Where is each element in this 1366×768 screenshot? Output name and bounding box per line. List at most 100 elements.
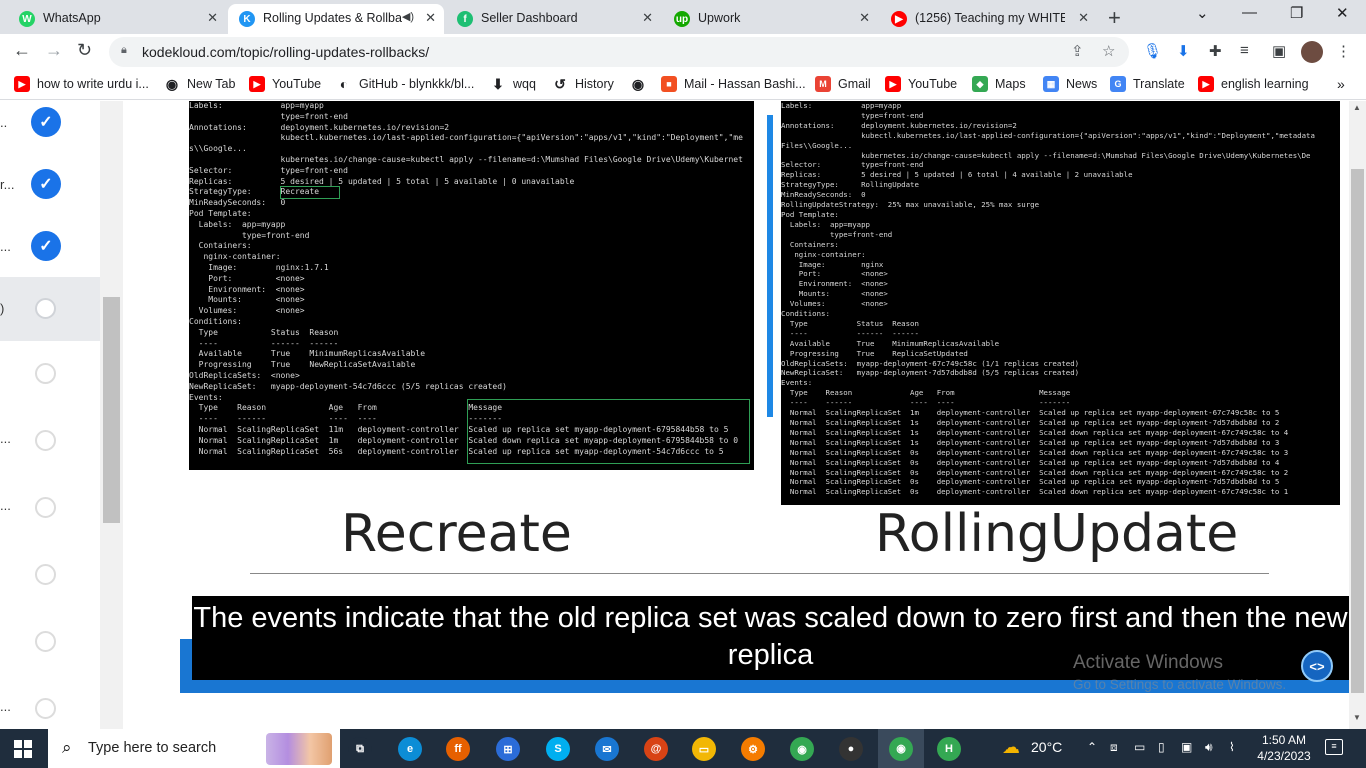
bookmark-item[interactable]: ◉ New Tab [164,76,236,92]
bookmark-item[interactable]: ▦ News [1043,76,1097,92]
network-adapter-icon[interactable]: ⧈ [1110,740,1118,755]
microphone-icon[interactable]: 🎙︎ [1143,42,1162,60]
notifications-icon[interactable]: ≡ [1325,739,1343,755]
close-tab-icon[interactable]: ✕ [425,10,436,26]
taskbar-search[interactable]: ⌕ Type here to search [48,729,340,768]
sidebar-lesson-item[interactable]: r... ✓ [0,163,100,225]
bookmark-item[interactable]: ▶ YouTube [885,76,957,92]
page-scrollbar-thumb[interactable] [1351,169,1364,693]
bookmark-item[interactable]: ◆ Maps [972,76,1026,92]
obs-icon[interactable]: ● [839,737,863,761]
close-tab-icon[interactable]: ✕ [1078,10,1089,26]
taskbar-clock[interactable]: 1:50 AM 4/23/2023 [1254,732,1314,764]
close-tab-icon[interactable]: ✕ [207,10,218,26]
terminal-line: Volumes: <none> [781,299,888,309]
wifi-icon[interactable]: ⌇ [1229,740,1235,754]
sidebar-lesson-item[interactable] [0,341,100,403]
bookmark-item[interactable]: ◉ [630,76,653,92]
tab-whatsapp[interactable]: W WhatsApp ✕ [8,4,226,34]
sidebar-lesson-item[interactable]: ... [0,475,100,537]
url-text[interactable]: kodekloud.com/topic/rolling-updates-roll… [142,44,429,60]
menu-kebab-icon[interactable]: ⋮ [1336,42,1351,60]
incomplete-circle-icon [35,298,56,319]
bookmark-item[interactable]: ▶ YouTube [249,76,321,92]
minimize-icon[interactable]: — [1242,4,1257,21]
camera-icon[interactable]: ▣ [1181,740,1192,754]
bookmark-item[interactable]: ◐ GitHub - blynkkk/bl... [336,76,475,92]
restore-icon[interactable]: ❐ [1290,4,1303,22]
more-bookmarks-icon[interactable]: » [1337,76,1345,92]
edge-icon[interactable]: e [398,737,422,761]
code-button-icon[interactable]: <> [1301,650,1333,682]
side-panel-icon[interactable]: ▣ [1272,42,1286,60]
volume-icon[interactable]: 🔊︎ [1205,740,1213,755]
tab-title: Rolling Updates & Rollba [263,11,402,25]
bookmark-item[interactable]: ▶ how to write urdu i... [14,76,149,92]
scroll-down-icon[interactable]: ▼ [1353,713,1361,722]
task-view-icon[interactable]: ⧉ [348,737,372,761]
new-tab-icon[interactable]: + [1108,5,1121,31]
scroll-up-icon[interactable]: ▲ [1353,103,1361,112]
show-hidden-icons-icon[interactable]: ⌃ [1087,740,1097,754]
sidebar-lesson-item[interactable] [0,542,100,604]
clock-date: 4/23/2023 [1257,749,1311,763]
chrome-icon[interactable]: ◉ [790,737,814,761]
forward-icon[interactable]: → [45,40,63,61]
sidebar-lesson-item[interactable] [0,609,100,671]
bookmark-item[interactable]: ⬇ wqq [490,76,536,92]
firefox-icon[interactable]: ff [446,737,470,761]
bookmark-item[interactable]: ↺ History [552,76,614,92]
skype-icon[interactable]: S [546,737,570,761]
sidebar-lesson-item[interactable]: ... [0,408,100,470]
bookmark-item[interactable]: M Gmail [815,76,871,92]
app-glyph: ⊞ [496,737,520,761]
close-tab-icon[interactable]: ✕ [859,10,870,26]
tab-youtube[interactable]: ▶ (1256) Teaching my WHITE fr ✕ [880,4,1097,34]
video-player[interactable]: Labels: app=myapp type=front-end Annotati… [123,101,1349,729]
heading-rollingupdate: RollingUpdate [875,504,1239,564]
terminal-line: ---- ------ ------ [781,328,919,338]
reload-icon[interactable]: ↻ [77,40,92,61]
weather-icon[interactable]: ☁ [1002,737,1020,758]
weather-temp[interactable]: 20°C [1031,739,1062,755]
extensions-puzzle-icon[interactable]: ✚ [1209,42,1222,60]
phone-icon[interactable]: ▯ [1158,740,1165,754]
desktop: W WhatsApp ✕ K Rolling Updates & Rollba ◀) ✕ f S… [0,0,1366,768]
bookmark-item[interactable]: G Translate [1110,76,1185,92]
profile-avatar[interactable] [1301,41,1323,63]
page-scrollbar[interactable]: ▲ ▼ [1349,101,1366,729]
media-queue-icon[interactable]: ≡ [1240,42,1249,59]
bookmark-label: Translate [1133,77,1185,91]
tab-kodekloud[interactable]: K Rolling Updates & Rollba ◀) ✕ [228,4,444,34]
lock-icon[interactable]: 🔒︎ [121,44,127,57]
chrome-icon[interactable]: ◉ [878,729,924,768]
display-icon[interactable]: ▭ [1134,740,1145,754]
tab-upwork[interactable]: up Upwork ✕ [663,4,878,34]
sidebar-lesson-item[interactable]: ... [0,676,100,729]
tab-audio-icon[interactable]: ◀) [402,10,414,23]
windows-start-icon[interactable] [14,740,32,758]
mail-icon[interactable]: ✉ [595,737,619,761]
back-icon[interactable]: ← [13,40,31,61]
sidebar-lesson-item[interactable]: ) [0,277,100,341]
tab-search-icon[interactable]: ⌄ [1196,4,1209,22]
tab-fiverr[interactable]: f Seller Dashboard ✕ [446,4,661,34]
sidebar-scrollbar-thumb[interactable] [103,297,120,523]
address-bar[interactable]: 🔒︎ kodekloud.com/topic/rolling-updates-r… [109,37,1129,67]
store-icon[interactable]: ⊞ [496,737,520,761]
snail-app-icon[interactable]: @ [644,737,668,761]
chrome-profile-icon[interactable]: H [937,737,961,761]
extension-download-icon[interactable]: ⬇ [1177,42,1190,60]
bookmark-item[interactable]: ■ Mail - Hassan Bashi... [661,76,806,92]
gear-app-icon[interactable]: ⚙ [741,737,765,761]
share-icon[interactable]: ⇪ [1071,42,1084,60]
bookmark-item[interactable]: ▶ english learning [1198,76,1309,92]
file-explorer-icon[interactable]: ▭ [692,737,716,761]
window-close-icon[interactable]: ✕ [1336,4,1349,22]
close-tab-icon[interactable]: ✕ [642,10,653,26]
bookmark-star-icon[interactable]: ☆ [1102,42,1115,60]
search-placeholder[interactable]: Type here to search [88,740,216,756]
sidebar-lesson-item[interactable]: .. ✓ [0,101,100,163]
app-glyph: H [937,737,961,761]
incomplete-circle-icon [35,497,56,518]
